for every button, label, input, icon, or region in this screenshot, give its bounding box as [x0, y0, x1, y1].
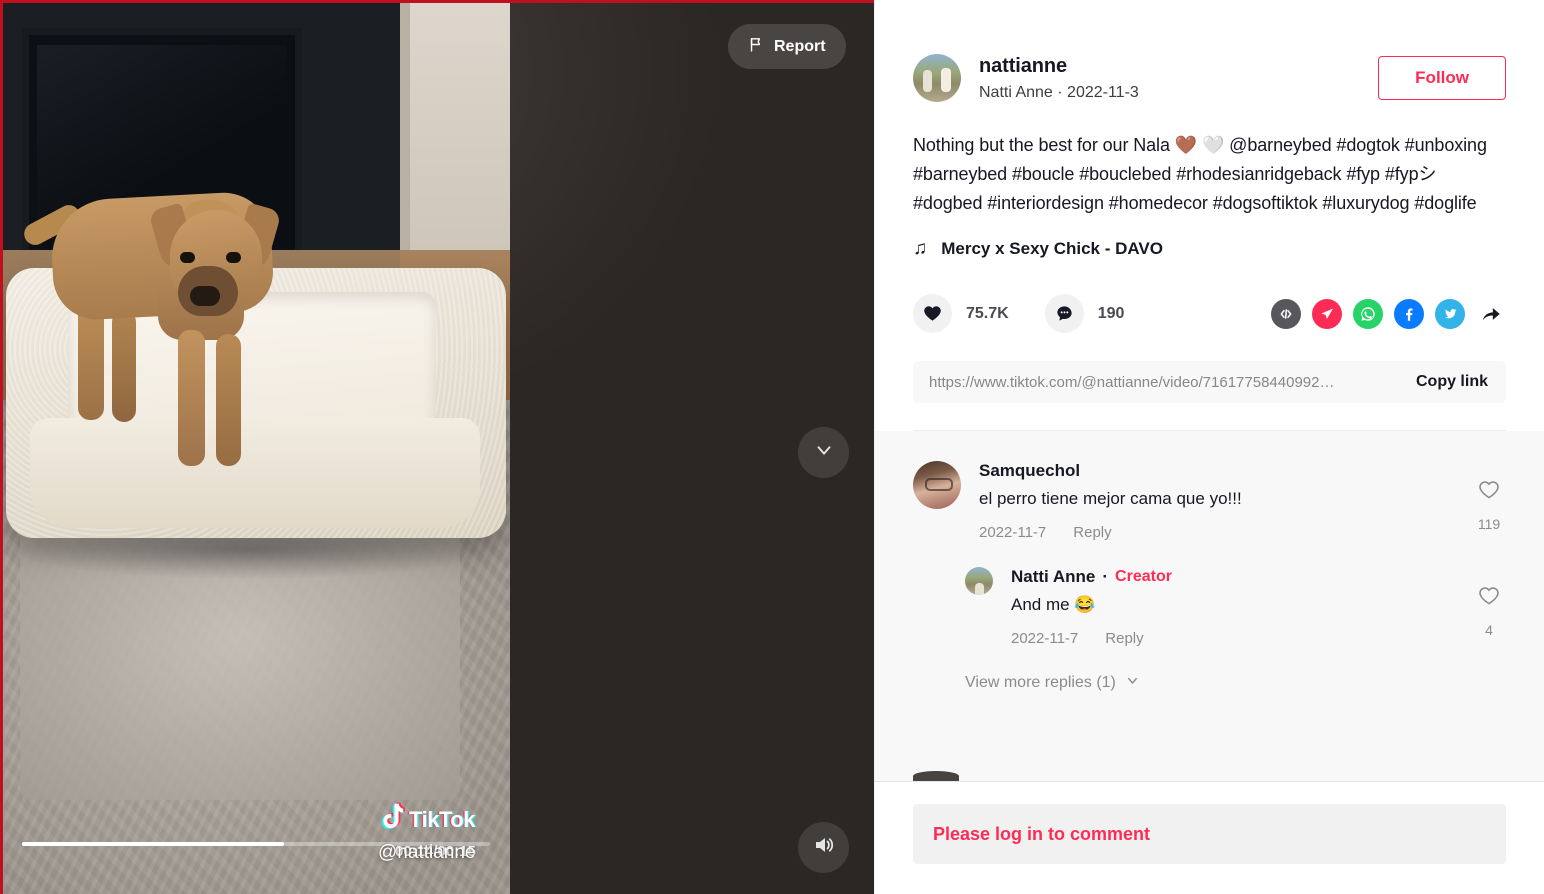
comment-meta: 2022-11-7 Reply	[979, 524, 1454, 541]
scene-dog-nose	[190, 286, 220, 306]
whatsapp-icon[interactable]	[1353, 298, 1383, 329]
heart-outline-icon	[1478, 479, 1500, 506]
flag-icon	[748, 36, 765, 58]
login-prompt-bar: Please log in to comment	[875, 782, 1544, 894]
comment-reply-item: Natti Anne · Creator And me 😂 2022-11-7 …	[965, 567, 1506, 647]
music-row[interactable]: ♫ Mercy x Sexy Chick - DAVO	[913, 238, 1506, 260]
video-url-text[interactable]: https://www.tiktok.com/@nattianne/video/…	[929, 374, 1398, 391]
comment-body: Samquechol el perro tiene mejor cama que…	[979, 461, 1454, 541]
post-details: nattianne Natti Anne · 2022-11-3 Follow …	[875, 0, 1544, 432]
embed-code-icon[interactable]	[1271, 298, 1301, 329]
next-video-button[interactable]	[798, 427, 849, 478]
scene-wall-trim	[400, 0, 410, 250]
comment-bubble-icon	[1044, 294, 1084, 334]
comment-reply-button[interactable]: Reply	[1105, 630, 1143, 647]
browser-left-border	[0, 0, 3, 894]
author-avatar[interactable]	[913, 54, 961, 102]
share-icons-row	[1271, 298, 1506, 329]
comment-meta: 2022-11-7 Reply	[1011, 630, 1454, 647]
like-stat[interactable]: 75.7K	[913, 294, 1009, 334]
author-display-name-and-date: Natti Anne · 2022-11-3	[979, 83, 1139, 101]
creator-badge: Creator	[1115, 568, 1172, 586]
next-comment-avatar-peek	[913, 771, 959, 781]
comment-body: Natti Anne · Creator And me 😂 2022-11-7 …	[1011, 567, 1454, 647]
comment-like-count: 119	[1477, 516, 1501, 533]
comment-like-button[interactable]: 119	[1472, 461, 1506, 541]
commenter-name[interactable]: Natti Anne · Creator	[1011, 567, 1454, 587]
commenter-name-text: Natti Anne	[1011, 567, 1096, 587]
video-info-pane: nattianne Natti Anne · 2022-11-3 Follow …	[874, 0, 1544, 894]
login-prompt-text[interactable]: Please log in to comment	[933, 824, 1150, 845]
copy-link-row: https://www.tiktok.com/@nattianne/video/…	[913, 361, 1506, 404]
view-more-replies-button[interactable]: View more replies (1)	[965, 673, 1506, 693]
comment-date: 2022-11-7	[1011, 630, 1079, 648]
scene-wall-right	[400, 0, 510, 250]
scene-dog-eye	[180, 252, 195, 263]
scene-dog-leg	[216, 334, 241, 466]
chevron-down-icon	[1125, 673, 1140, 693]
comment-like-button[interactable]: 4	[1472, 567, 1506, 647]
comment-text: el perro tiene mejor cama que yo!!!	[979, 489, 1242, 509]
author-username[interactable]: nattianne	[979, 55, 1360, 79]
post-caption: Nothing but the best for our Nala 🤎 🤍 @b…	[913, 135, 1487, 214]
comment-like-count: 4	[1485, 622, 1493, 639]
report-label: Report	[774, 37, 826, 55]
commenter-name[interactable]: Samquechol	[979, 461, 1454, 481]
comment-item: Samquechol el perro tiene mejor cama que…	[913, 461, 1506, 541]
commenter-name-text: Samquechol	[979, 461, 1081, 481]
twitter-icon[interactable]	[1435, 298, 1465, 329]
video-timestamp: 00:14/00:15	[395, 843, 476, 860]
comment-text: And me 😂	[1011, 595, 1096, 615]
scene-dog-eye	[226, 252, 241, 263]
author-row: nattianne Natti Anne · 2022-11-3 Follow	[913, 54, 1506, 102]
comments-list[interactable]: Samquechol el perro tiene mejor cama que…	[875, 431, 1544, 781]
scene-dog-leg	[178, 330, 205, 466]
commenter-avatar[interactable]	[913, 461, 961, 510]
facebook-icon[interactable]	[1394, 298, 1424, 329]
login-prompt-box[interactable]: Please log in to comment	[913, 804, 1506, 864]
name-separator: ·	[1102, 567, 1109, 587]
tiktok-video-page: Report 00:14/00:15 TikTok @nattianne nat…	[0, 0, 1544, 894]
comment-date: 2022-11-7	[979, 524, 1047, 542]
heart-icon	[913, 294, 952, 334]
video-player-pane[interactable]: Report 00:14/00:15 TikTok @nattianne	[0, 0, 874, 894]
chevron-down-icon	[813, 439, 835, 466]
speaker-on-icon	[812, 833, 836, 862]
heart-outline-icon	[1478, 585, 1500, 612]
send-to-friends-icon[interactable]	[1312, 298, 1342, 329]
scene-dog-leg	[112, 310, 136, 422]
music-title[interactable]: Mercy x Sexy Chick - DAVO	[941, 239, 1163, 259]
video-frame[interactable]	[0, 0, 510, 894]
view-more-replies-label: View more replies (1)	[965, 674, 1116, 692]
browser-top-border	[0, 0, 874, 3]
progress-fill	[22, 842, 285, 846]
comment-count: 190	[1097, 304, 1125, 322]
share-arrow-icon[interactable]	[1476, 299, 1506, 329]
scene-dog-bed-front-lip	[30, 418, 480, 528]
follow-button[interactable]: Follow	[1378, 56, 1506, 100]
like-count: 75.7K	[966, 304, 1009, 322]
copy-link-button[interactable]: Copy link	[1398, 373, 1488, 391]
author-meta: nattianne Natti Anne · 2022-11-3	[979, 54, 1360, 102]
comment-reply-button[interactable]: Reply	[1073, 524, 1111, 541]
report-button[interactable]: Report	[728, 24, 846, 69]
comment-stat[interactable]: 190	[1044, 294, 1125, 334]
commenter-avatar[interactable]	[965, 567, 993, 596]
music-note-icon: ♫	[913, 238, 928, 260]
engagement-stats-row: 75.7K 190	[913, 294, 1506, 334]
sound-toggle-button[interactable]	[798, 822, 849, 873]
